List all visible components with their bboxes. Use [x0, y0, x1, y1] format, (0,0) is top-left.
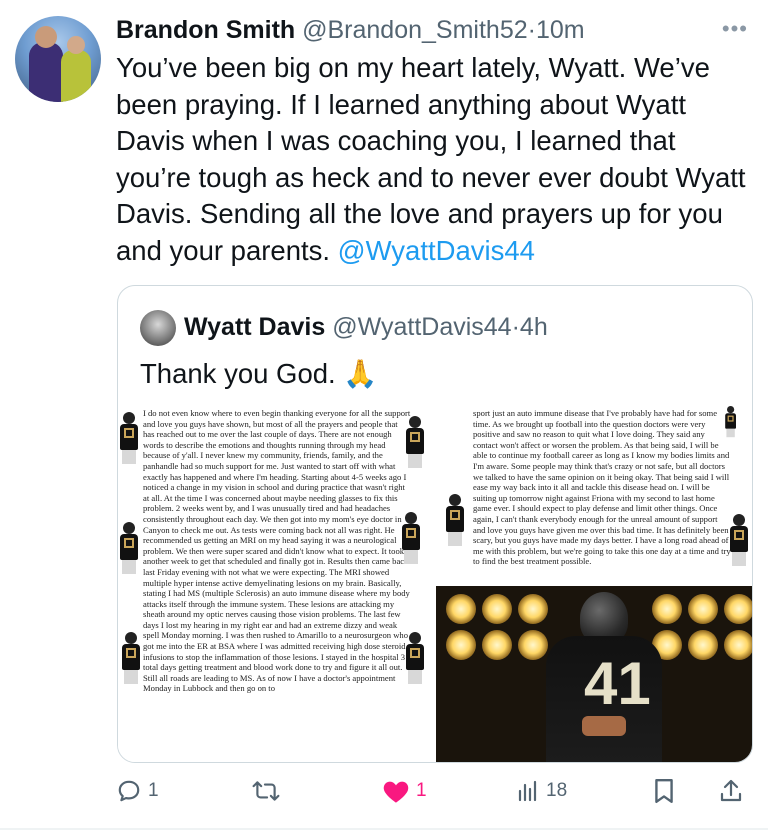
jersey-number: 41 — [584, 650, 651, 717]
bookmark-icon — [653, 778, 675, 804]
share-icon — [719, 778, 743, 804]
retweet-button[interactable] — [252, 776, 280, 806]
views-chart-icon — [516, 779, 540, 803]
quoted-tweet[interactable]: Wyatt Davis @WyattDavis44·4h Thank you G… — [117, 285, 753, 763]
more-horizontal-icon[interactable]: ••• — [722, 16, 748, 42]
tweet-header: Brandon Smith @Brandon_Smith52·10m — [116, 14, 585, 46]
retweet-icon — [252, 778, 280, 804]
tweet[interactable]: Brandon Smith @Brandon_Smith52·10m ••• Y… — [0, 0, 768, 830]
letter-text-right: sport just an auto immune disease that I… — [473, 408, 731, 567]
separator-dot: · — [527, 16, 536, 44]
author-name[interactable]: Brandon Smith — [116, 16, 295, 44]
quoted-separator-dot: · — [511, 313, 520, 341]
reply-count: 1 — [148, 780, 159, 801]
quoted-timestamp[interactable]: 4h — [520, 313, 548, 341]
views-count: 18 — [546, 780, 568, 801]
quoted-author-name[interactable]: Wyatt Davis — [184, 313, 325, 341]
author-handle[interactable]: @Brandon_Smith52 — [302, 16, 528, 44]
tweet-actions: 1 1 18 — [116, 776, 756, 806]
quoted-media[interactable]: I do not even know where to even begin t… — [118, 406, 752, 762]
quoted-tweet-header: Wyatt Davis @WyattDavis44·4h — [184, 310, 548, 344]
tweet-text: You’ve been big on my heart lately, Wyat… — [116, 50, 756, 269]
reply-button[interactable]: 1 — [116, 776, 159, 806]
heart-icon — [382, 778, 410, 804]
quoted-tweet-text: Thank you God. 🙏 — [140, 358, 378, 389]
like-count: 1 — [416, 780, 427, 801]
quoted-author-handle[interactable]: @WyattDavis44 — [332, 313, 511, 341]
like-button[interactable]: 1 — [382, 776, 427, 806]
author-avatar[interactable] — [15, 16, 101, 102]
letter-image-right[interactable]: sport just an auto immune disease that I… — [438, 406, 752, 586]
quoted-author-avatar[interactable] — [140, 310, 176, 346]
views-button[interactable]: 18 — [516, 776, 567, 806]
share-button[interactable] — [719, 776, 743, 806]
letter-image-left[interactable]: I do not even know where to even begin t… — [118, 406, 436, 762]
reply-icon — [116, 778, 142, 804]
football-player-photo[interactable]: 41 — [436, 586, 752, 762]
bookmark-button[interactable] — [653, 776, 675, 806]
mention-link[interactable]: @WyattDavis44 — [338, 235, 535, 266]
tweet-text-content: You’ve been big on my heart lately, Wyat… — [116, 52, 746, 266]
letter-text-left: I do not even know where to even begin t… — [143, 408, 411, 694]
tweet-timestamp[interactable]: 10m — [536, 16, 585, 44]
